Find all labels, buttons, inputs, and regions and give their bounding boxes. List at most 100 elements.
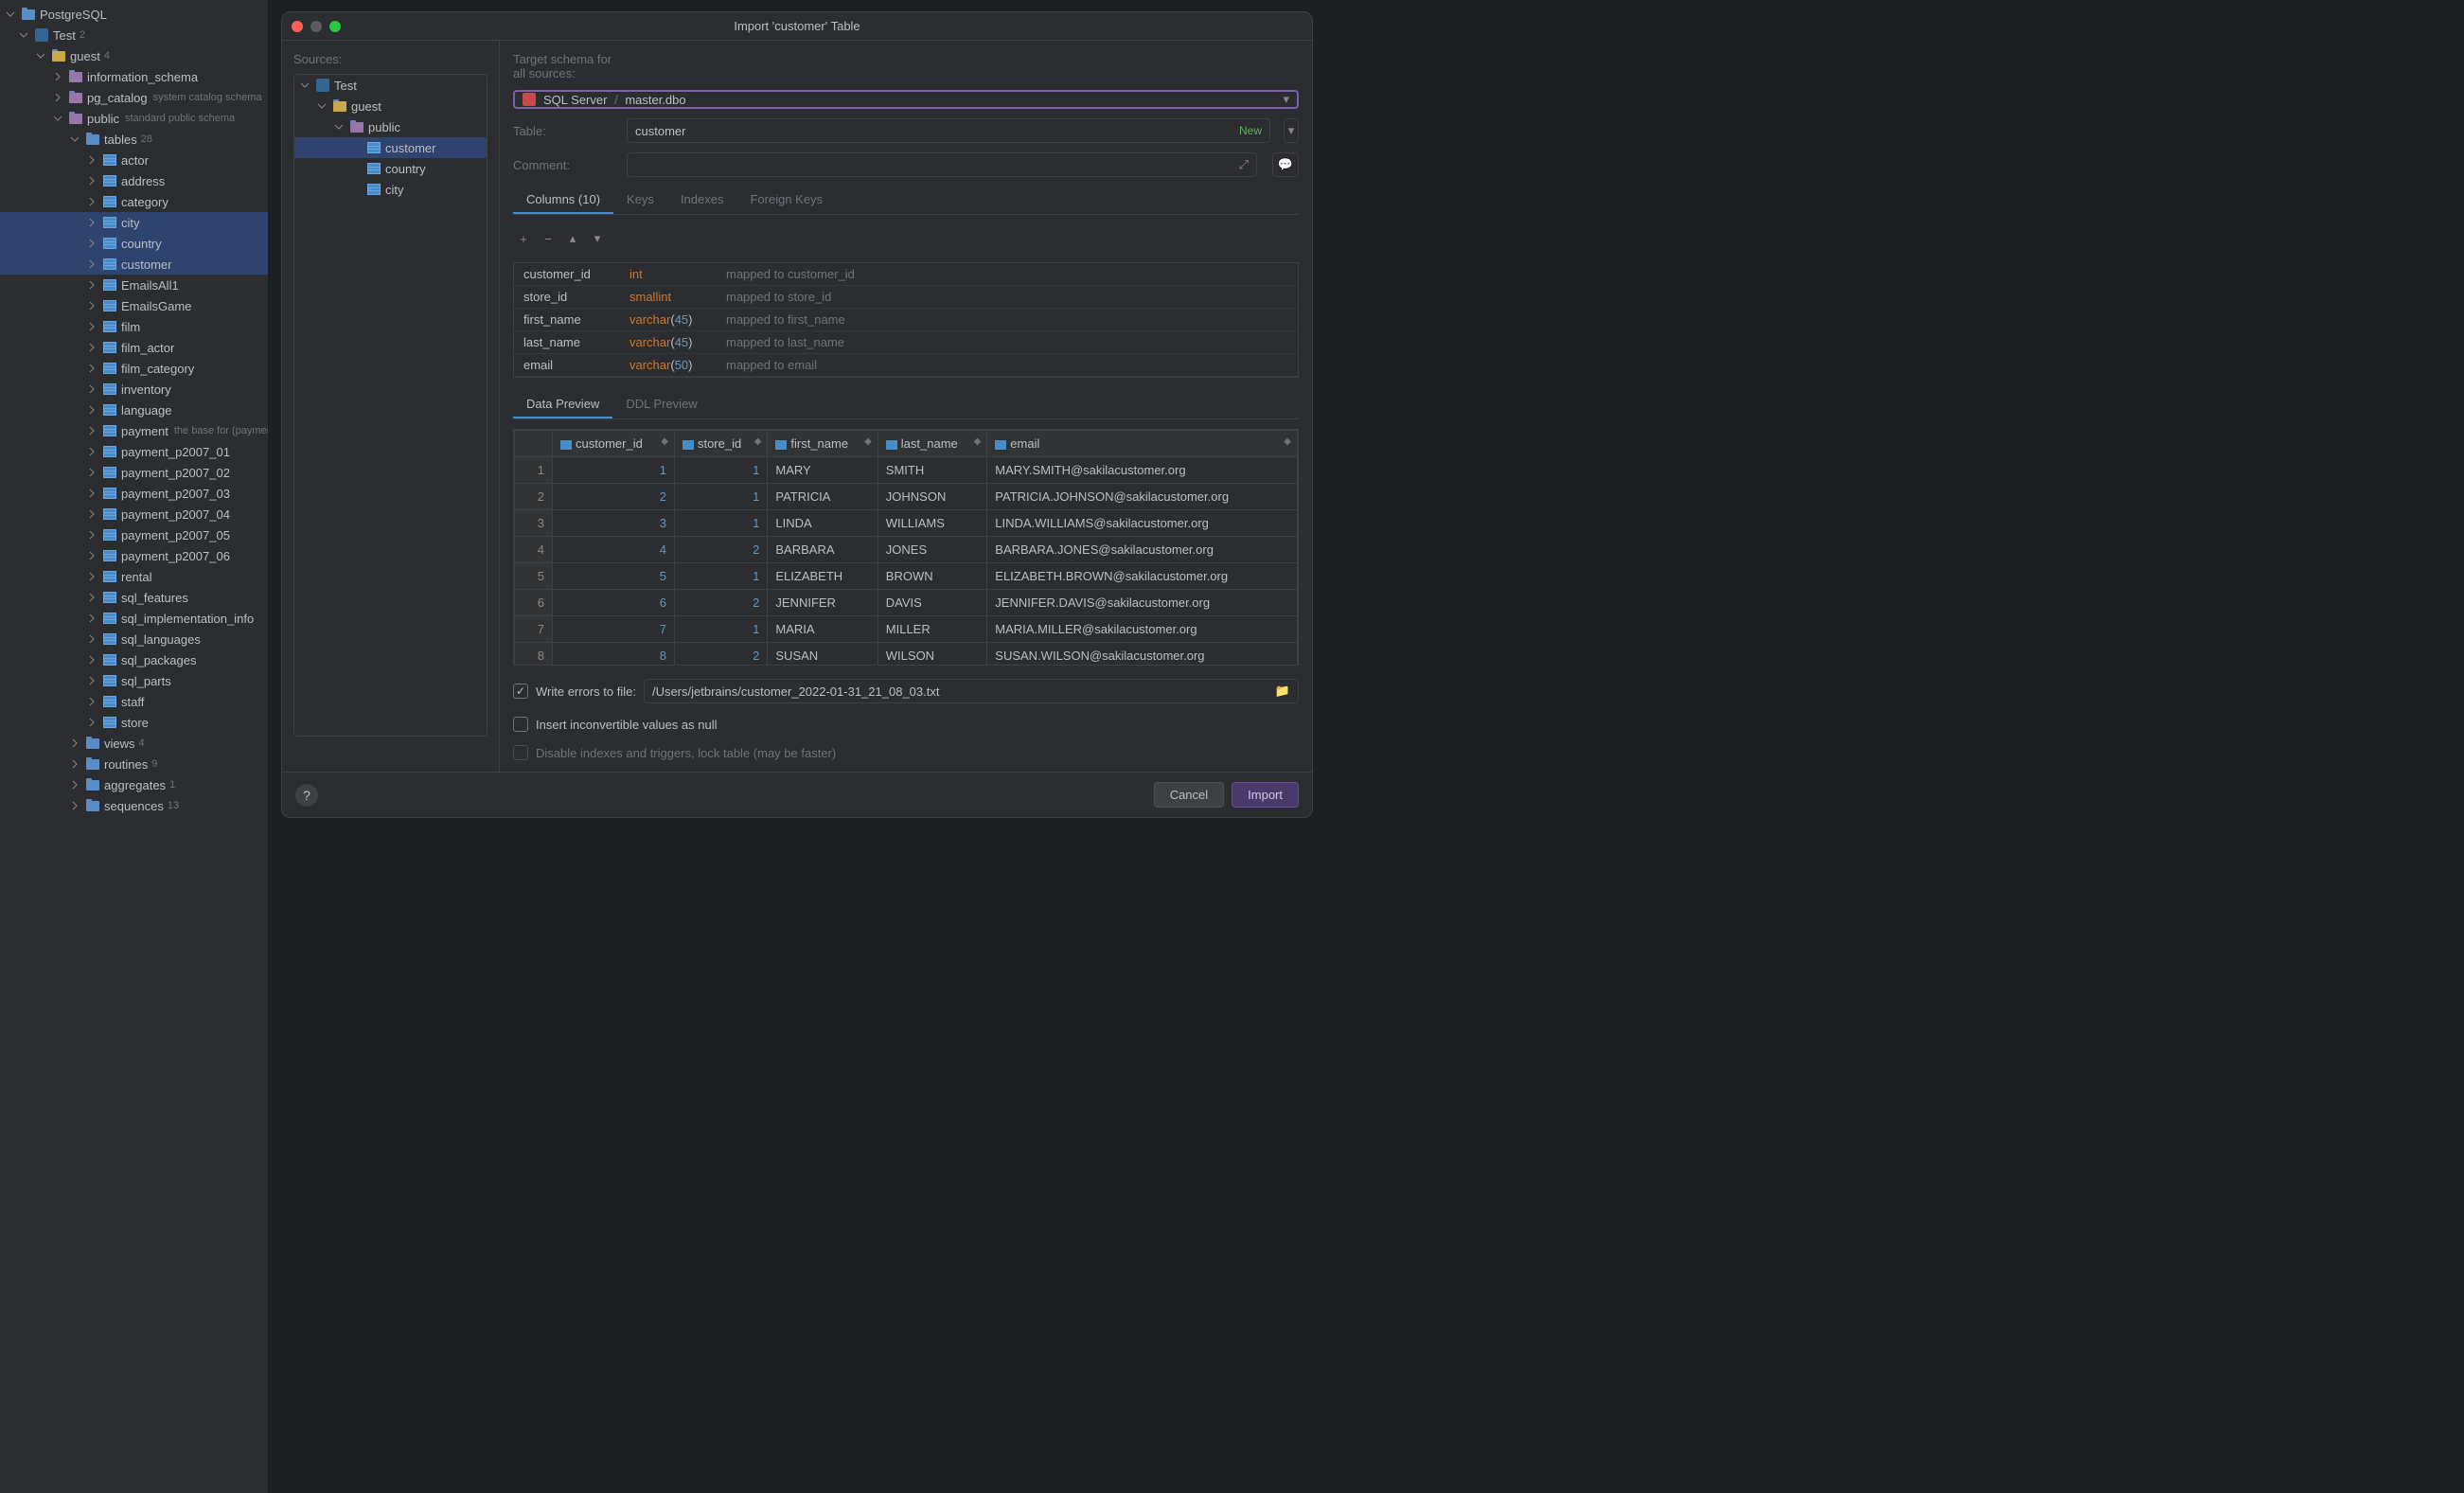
tree-table-payment_p2007_03[interactable]: payment_p2007_03 xyxy=(0,483,268,504)
maximize-window-button[interactable] xyxy=(329,21,341,32)
column-mapping-row[interactable]: store_id smallint mapped to store_id xyxy=(514,286,1298,309)
tab-foreign-keys[interactable]: Foreign Keys xyxy=(736,187,836,214)
column-header-email[interactable]: email◆ xyxy=(987,431,1298,457)
tree-schema-public[interactable]: public standard public schema xyxy=(0,108,268,129)
target-schema-select[interactable]: SQL Server / master.dbo ▾ xyxy=(513,90,1299,109)
src-node-guest[interactable]: guest xyxy=(294,96,487,116)
help-button[interactable]: ? xyxy=(295,784,318,807)
import-button[interactable]: Import xyxy=(1232,782,1299,808)
column-mapping-row[interactable]: email varchar(50) mapped to email xyxy=(514,354,1298,377)
tree-table-payment_p2007_04[interactable]: payment_p2007_04 xyxy=(0,504,268,524)
table-row[interactable]: 8 8 2 SUSAN WILSON SUSAN.WILSON@sakilacu… xyxy=(515,643,1298,667)
tree-table-EmailsAll1[interactable]: EmailsAll1 xyxy=(0,275,268,295)
src-table-city[interactable]: city xyxy=(294,179,487,200)
tree-table-address[interactable]: address xyxy=(0,170,268,191)
tree-node-test[interactable]: Test 2 xyxy=(0,25,268,45)
table-row[interactable]: 2 2 1 PATRICIA JOHNSON PATRICIA.JOHNSON@… xyxy=(515,484,1298,510)
tab-ddl-preview[interactable]: DDL Preview xyxy=(612,391,710,418)
tree-folder-sequences[interactable]: sequences 13 xyxy=(0,795,268,816)
move-up-button[interactable]: ▴ xyxy=(562,228,583,249)
browse-folder-icon[interactable]: 📁 xyxy=(1275,684,1290,699)
tab-columns[interactable]: Columns (10) xyxy=(513,187,613,214)
tree-table-rental[interactable]: rental xyxy=(0,566,268,587)
tree-table-sql_parts[interactable]: sql_parts xyxy=(0,670,268,691)
column-mapping-row[interactable]: first_name varchar(45) mapped to first_n… xyxy=(514,309,1298,331)
column-mapping-list[interactable]: customer_id int mapped to customer_id st… xyxy=(513,262,1299,378)
tab-indexes[interactable]: Indexes xyxy=(667,187,737,214)
tree-table-staff[interactable]: staff xyxy=(0,691,268,712)
remove-column-button[interactable]: − xyxy=(538,228,558,249)
tree-table-payment_p2007_01[interactable]: payment_p2007_01 xyxy=(0,441,268,462)
tree-table-sql_implementation_info[interactable]: sql_implementation_info xyxy=(0,608,268,629)
close-window-button[interactable] xyxy=(292,21,303,32)
tree-table-sql_packages[interactable]: sql_packages xyxy=(0,649,268,670)
table-row[interactable]: 1 1 1 MARY SMITH MARY.SMITH@sakilacustom… xyxy=(515,457,1298,484)
tree-table-category[interactable]: category xyxy=(0,191,268,212)
tree-table-film_actor[interactable]: film_actor xyxy=(0,337,268,358)
tree-schema-pg_catalog[interactable]: pg_catalog system catalog schema xyxy=(0,87,268,108)
sort-icon[interactable]: ◆ xyxy=(864,436,872,447)
data-preview-table[interactable]: customer_id◆store_id◆first_name◆last_nam… xyxy=(514,430,1298,666)
tree-table-payment_p2007_02[interactable]: payment_p2007_02 xyxy=(0,462,268,483)
tree-folder-routines[interactable]: routines 9 xyxy=(0,754,268,774)
move-down-button[interactable]: ▾ xyxy=(587,228,608,249)
tree-table-EmailsGame[interactable]: EmailsGame xyxy=(0,295,268,316)
table-row[interactable]: 7 7 1 MARIA MILLER MARIA.MILLER@sakilacu… xyxy=(515,616,1298,643)
column-mapping-row[interactable]: customer_id int mapped to customer_id xyxy=(514,263,1298,286)
tree-table-film_category[interactable]: film_category xyxy=(0,358,268,379)
tree-table-country[interactable]: country xyxy=(0,233,268,254)
tree-table-customer[interactable]: customer xyxy=(0,254,268,275)
tree-node-guest[interactable]: guest 4 xyxy=(0,45,268,66)
error-file-path-input[interactable]: /Users/jetbrains/customer_2022-01-31_21_… xyxy=(644,679,1299,703)
src-node-public[interactable]: public xyxy=(294,116,487,137)
tree-table-film[interactable]: film xyxy=(0,316,268,337)
tab-data-preview[interactable]: Data Preview xyxy=(513,391,612,418)
column-header-store_id[interactable]: store_id◆ xyxy=(674,431,767,457)
table-row[interactable]: 5 5 1 ELIZABETH BROWN ELIZABETH.BROWN@sa… xyxy=(515,563,1298,590)
tree-table-store[interactable]: store xyxy=(0,712,268,733)
tab-keys[interactable]: Keys xyxy=(613,187,667,214)
tree-schema-information_schema[interactable]: information_schema xyxy=(0,66,268,87)
sort-icon[interactable]: ◆ xyxy=(974,436,982,447)
tree-table-payment[interactable]: paymentthe base for (payment_*) xyxy=(0,420,268,441)
tree-table-sql_features[interactable]: sql_features xyxy=(0,587,268,608)
expand-icon[interactable]: ⤢ xyxy=(1239,157,1249,172)
add-column-button[interactable]: + xyxy=(513,228,534,249)
minimize-window-button[interactable] xyxy=(310,21,322,32)
cancel-button[interactable]: Cancel xyxy=(1154,782,1224,808)
tree-table-actor[interactable]: actor xyxy=(0,150,268,170)
src-node-test[interactable]: Test xyxy=(294,75,487,96)
column-mapping-row[interactable]: last_name varchar(45) mapped to last_nam… xyxy=(514,331,1298,354)
table-row[interactable]: 4 4 2 BARBARA JONES BARBARA.JONES@sakila… xyxy=(515,537,1298,563)
tree-root-postgresql[interactable]: PostgreSQL xyxy=(0,4,268,25)
table-row[interactable]: 6 6 2 JENNIFER DAVIS JENNIFER.DAVIS@saki… xyxy=(515,590,1298,616)
tree-folder-aggregates[interactable]: aggregates 1 xyxy=(0,774,268,795)
table-dropdown-button[interactable]: ▾ xyxy=(1284,118,1299,143)
comment-button[interactable]: 💬 xyxy=(1272,152,1299,177)
sort-icon[interactable]: ◆ xyxy=(661,436,668,447)
tree-table-language[interactable]: language xyxy=(0,400,268,420)
src-table-customer[interactable]: customer xyxy=(294,137,487,158)
column-header-last_name[interactable]: last_name◆ xyxy=(877,431,987,457)
table-name-input[interactable] xyxy=(635,124,1233,138)
chevron-down-icon xyxy=(4,8,17,21)
insert-null-checkbox[interactable] xyxy=(513,717,528,732)
sort-icon[interactable]: ◆ xyxy=(1284,436,1291,447)
src-table-country[interactable]: country xyxy=(294,158,487,179)
tree-table-city[interactable]: city xyxy=(0,212,268,233)
table-row[interactable]: 3 3 1 LINDA WILLIAMS LINDA.WILLIAMS@saki… xyxy=(515,510,1298,537)
tree-table-sql_languages[interactable]: sql_languages xyxy=(0,629,268,649)
tree-folder-views[interactable]: views 4 xyxy=(0,733,268,754)
tree-node-tables[interactable]: tables 28 xyxy=(0,129,268,150)
tree-table-payment_p2007_05[interactable]: payment_p2007_05 xyxy=(0,524,268,545)
tree-table-payment_p2007_06[interactable]: payment_p2007_06 xyxy=(0,545,268,566)
sort-icon[interactable]: ◆ xyxy=(754,436,762,447)
database-tree[interactable]: PostgreSQL Test 2 guest 4 information_sc… xyxy=(0,0,268,1493)
column-header-first_name[interactable]: first_name◆ xyxy=(768,431,877,457)
comment-input[interactable]: ⤢ xyxy=(627,152,1257,177)
column-header-customer_id[interactable]: customer_id◆ xyxy=(553,431,675,457)
write-errors-checkbox[interactable] xyxy=(513,684,528,699)
column-name: email xyxy=(523,358,628,372)
sources-tree[interactable]: Test guest public custome xyxy=(293,74,487,737)
tree-table-inventory[interactable]: inventory xyxy=(0,379,268,400)
